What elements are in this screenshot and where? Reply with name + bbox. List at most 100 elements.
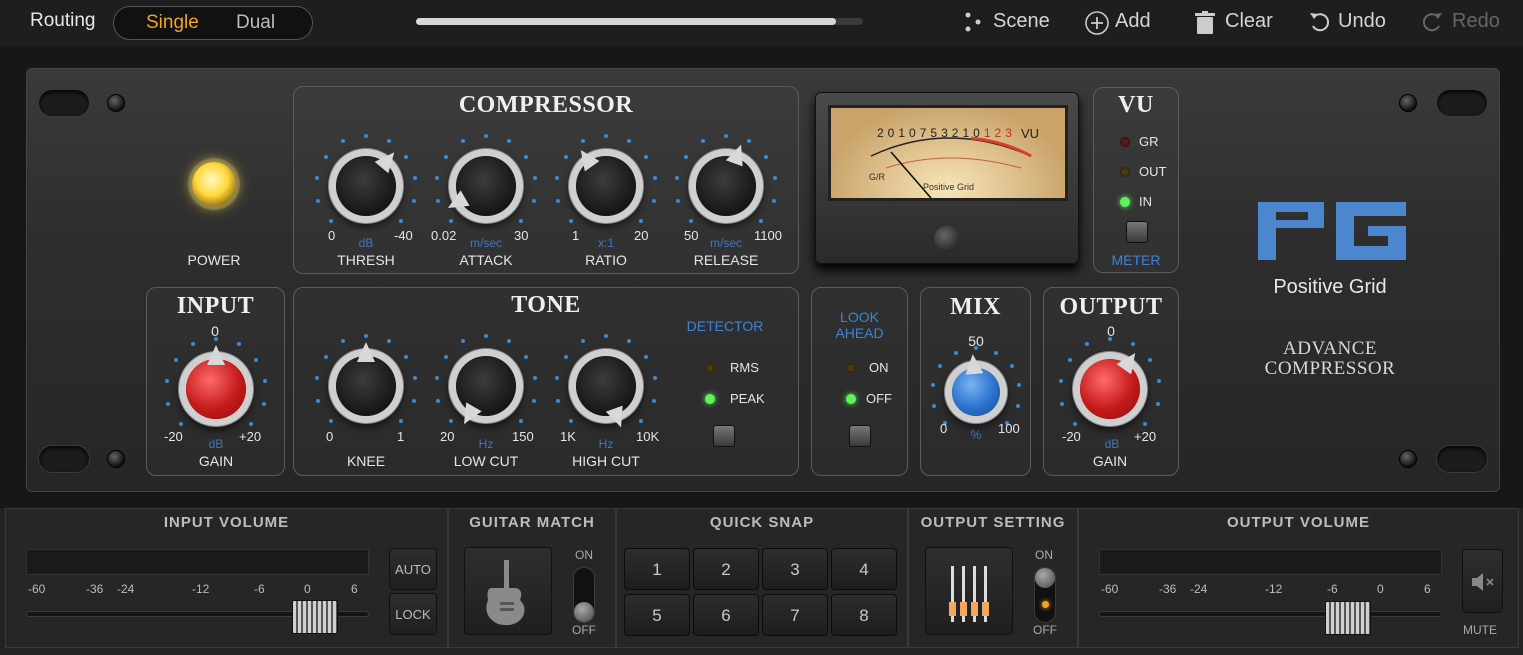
peak-label: PEAK [730, 391, 765, 406]
detector-select-button[interactable] [713, 425, 735, 447]
scene-button[interactable]: Scene [963, 10, 1050, 33]
knob-release[interactable] [674, 134, 778, 224]
quick-snap-button-3[interactable]: 3 [762, 548, 828, 590]
lookahead-title-line2: AHEAD [835, 325, 884, 341]
output-gain-knob[interactable] [1058, 337, 1162, 427]
knob-low-cut[interactable] [434, 334, 538, 416]
knob-name-label: RELEASE [693, 252, 759, 268]
knob-min-label: 20 [440, 429, 455, 444]
knob-name-label: KNEE [346, 453, 386, 469]
output-volume-fader[interactable] [1325, 601, 1371, 635]
guitar-match-title: GUITAR MATCH [469, 514, 595, 531]
lookahead-on-label: ON [869, 360, 889, 375]
knob-thresh[interactable] [314, 134, 418, 224]
knob-unit-label: Hz [598, 437, 614, 451]
out-label: OUT [1139, 164, 1167, 179]
knob-attack-body [456, 156, 516, 216]
redo-icon [1422, 11, 1444, 33]
vu-meter-face: 2010753210123 VU G/R Positive Grid [828, 105, 1068, 201]
lookahead-title-line1: LOOK [840, 309, 879, 325]
undo-icon [1308, 11, 1330, 33]
out-led [1120, 167, 1130, 177]
input-title: INPUT [176, 293, 255, 319]
rms-label: RMS [730, 360, 759, 375]
routing-single-option[interactable]: Single [146, 12, 199, 34]
volume-scale-tick: 6 [1424, 582, 1431, 596]
knob-high-cut[interactable] [554, 334, 658, 416]
output-volume-track[interactable] [1099, 611, 1442, 617]
quick-snap-button-5[interactable]: 5 [624, 594, 690, 636]
redo-button[interactable]: Redo [1422, 10, 1500, 33]
knob-max-label: 30 [514, 228, 529, 243]
knob-knee[interactable] [314, 334, 418, 424]
top-toolbar: Routing Single Dual Scene Add Clear Undo… [0, 0, 1523, 46]
quick-snap-title: QUICK SNAP [709, 514, 815, 531]
mix-knob-body [952, 368, 1000, 416]
power-light[interactable] [192, 162, 236, 206]
volume-scale-tick: -36 [86, 582, 104, 596]
guitar-match-toggle[interactable] [573, 567, 595, 623]
rack-mount-slot [38, 445, 90, 473]
output-setting-toggle[interactable] [1034, 567, 1056, 623]
lookahead-on-led [846, 363, 856, 373]
mute-button[interactable] [1462, 549, 1503, 613]
knob-max-label: 10K [636, 429, 660, 444]
vu-zero-adjust-knob[interactable] [934, 226, 960, 252]
add-button[interactable]: Add [1085, 10, 1151, 35]
knob-min-label: 0 [328, 228, 336, 243]
quick-snap-button-6[interactable]: 6 [693, 594, 759, 636]
input-gain-knob[interactable] [164, 337, 268, 427]
meter-label: METER [1111, 252, 1161, 268]
output-level-meter [1099, 549, 1442, 575]
vu-panel-title: VU [1118, 92, 1154, 118]
output-title: OUTPUT [1059, 294, 1163, 320]
rack-mount-slot [38, 89, 90, 117]
knob-max-label: 1100 [754, 228, 782, 243]
volume-scale-tick: 0 [304, 582, 311, 596]
add-label: Add [1115, 10, 1151, 32]
mix-max-label: 100 [998, 421, 1020, 436]
quick-snap-button-1[interactable]: 1 [624, 548, 690, 590]
scene-progress-bar[interactable] [416, 18, 863, 25]
undo-button[interactable]: Undo [1308, 10, 1386, 33]
guitar-match-button[interactable] [464, 547, 552, 635]
undo-label: Undo [1338, 10, 1386, 32]
gr-led [1120, 137, 1130, 147]
power-label: POWER [187, 252, 241, 268]
vu-scale-label: VU [1021, 126, 1040, 141]
detector-title: DETECTOR [686, 318, 764, 334]
knob-unit-label: m/sec [709, 236, 742, 250]
clear-label: Clear [1225, 10, 1273, 32]
output-setting-button[interactable] [925, 547, 1013, 635]
vu-scale-numbers: 2010753210123 [877, 126, 1016, 140]
lookahead-button[interactable] [849, 425, 871, 447]
compressor-title: COMPRESSOR [458, 92, 634, 118]
mix-knob[interactable] [930, 346, 1022, 426]
knob-attack[interactable] [434, 134, 538, 224]
lock-button[interactable]: LOCK [389, 593, 437, 635]
output-setting-title: OUTPUT SETTING [920, 514, 1066, 531]
input-gain-max-label: +20 [239, 429, 262, 444]
meter-select-button[interactable] [1126, 221, 1148, 243]
volume-scale-tick: -12 [1265, 582, 1283, 596]
rack-mount-slot [1436, 445, 1488, 473]
auto-button[interactable]: AUTO [389, 548, 437, 590]
quick-snap-button-8[interactable]: 8 [831, 594, 897, 636]
routing-dual-option[interactable]: Dual [236, 12, 275, 34]
volume-scale-tick: -6 [254, 582, 265, 596]
tone-title: TONE [511, 292, 581, 318]
quick-snap-button-4[interactable]: 4 [831, 548, 897, 590]
quick-snap-button-2[interactable]: 2 [693, 548, 759, 590]
mix-min-label: 0 [940, 421, 948, 436]
quick-snap-button-7[interactable]: 7 [762, 594, 828, 636]
lookahead-off-led [846, 394, 856, 404]
input-volume-title: INPUT VOLUME [163, 514, 290, 531]
clear-button[interactable]: Clear [1195, 10, 1273, 34]
routing-selector[interactable]: Single Dual [113, 6, 313, 40]
knob-knee-body [336, 356, 396, 416]
input-volume-fader[interactable] [292, 600, 338, 634]
output-setting-on-label: ON [1035, 548, 1053, 562]
knob-ratio[interactable] [554, 134, 658, 224]
volume-scale-tick: -60 [1101, 582, 1119, 596]
scene-icon [963, 11, 985, 33]
